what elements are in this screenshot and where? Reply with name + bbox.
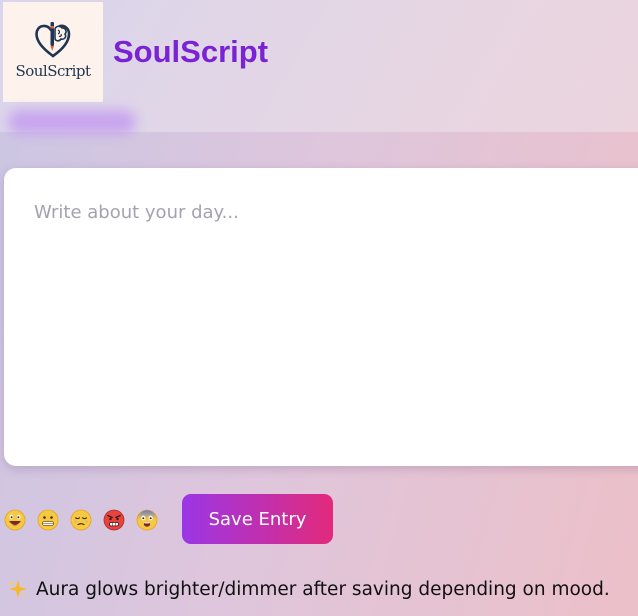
journal-card <box>4 168 638 466</box>
app-title: SoulScript <box>113 34 269 69</box>
sad-emoji-icon[interactable] <box>70 509 92 531</box>
angry-emoji-icon[interactable] <box>103 509 125 531</box>
heart-brain-pen-icon <box>35 22 71 58</box>
app-header: SoulScript SoulScript <box>0 0 638 134</box>
app-logo: SoulScript <box>3 2 103 102</box>
aura-info-text: Aura glows brighter/dimmer after saving … <box>36 578 610 600</box>
sparkles-icon <box>8 580 27 598</box>
aura-glow <box>8 110 136 134</box>
anxious-emoji-icon[interactable] <box>136 509 158 531</box>
happy-emoji-icon[interactable] <box>4 509 26 531</box>
mood-selector <box>4 506 169 534</box>
journal-entry-input[interactable] <box>4 168 638 466</box>
logo-text: SoulScript <box>15 62 91 80</box>
aura-info: Aura glows brighter/dimmer after saving … <box>6 578 610 600</box>
neutral-emoji-icon[interactable] <box>37 509 59 531</box>
save-entry-button[interactable]: Save Entry <box>182 494 333 544</box>
